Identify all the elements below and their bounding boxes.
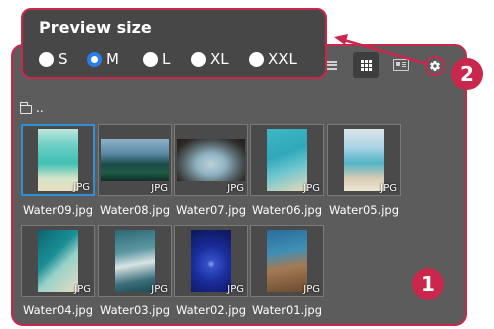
image-preview <box>267 129 307 191</box>
file-thumbnail[interactable]: JPG <box>250 225 324 297</box>
file-thumbnail[interactable]: JPG <box>21 124 95 196</box>
file-name[interactable]: Water06.jpg <box>247 203 327 217</box>
file-thumbnail[interactable]: JPG <box>174 124 248 196</box>
popover-title: Preview size <box>39 18 152 37</box>
callout-badge-2: 2 <box>451 58 483 90</box>
size-option-xxl[interactable]: XXL <box>249 50 297 68</box>
file-name[interactable]: Water03.jpg <box>95 303 175 317</box>
file-type-badge: JPG <box>151 284 168 295</box>
file-thumbnail[interactable]: JPG <box>21 225 95 297</box>
callout-badge-1: 1 <box>412 268 444 300</box>
size-option-s[interactable]: S <box>39 50 68 68</box>
file-type-badge: JPG <box>151 183 168 194</box>
file-type-badge: JPG <box>74 284 91 295</box>
size-option-label: XXL <box>268 50 297 68</box>
size-option-label: S <box>58 50 68 68</box>
folder-icon <box>19 101 32 114</box>
file-type-badge: JPG <box>303 183 320 194</box>
file-type-badge: JPG <box>303 284 320 295</box>
preview-size-popover: Preview size S M L XL XXL <box>21 8 327 79</box>
size-option-xl[interactable]: XL <box>191 50 229 68</box>
radio-xxl[interactable] <box>249 51 264 67</box>
file-name[interactable]: Water02.jpg <box>171 303 251 317</box>
file-type-badge: JPG <box>227 183 244 194</box>
file-name[interactable]: Water09.jpg <box>18 203 98 217</box>
image-preview <box>115 230 155 292</box>
parent-folder-label: .. <box>36 101 44 115</box>
image-preview <box>344 129 384 191</box>
image-preview <box>38 129 78 191</box>
size-option-label: L <box>162 50 171 68</box>
size-option-label: XL <box>210 50 229 68</box>
file-thumbnail[interactable]: JPG <box>174 225 248 297</box>
image-preview <box>101 139 169 181</box>
size-option-label: M <box>106 50 119 68</box>
size-option-l[interactable]: L <box>143 50 170 68</box>
image-preview <box>38 230 78 292</box>
file-thumbnail[interactable]: JPG <box>327 124 401 196</box>
image-preview <box>191 230 231 292</box>
file-thumbnail[interactable]: JPG <box>98 124 172 196</box>
radio-l[interactable] <box>143 51 158 67</box>
file-type-badge: JPG <box>73 182 90 193</box>
radio-s[interactable] <box>39 51 54 67</box>
parent-folder-item[interactable]: .. <box>19 101 44 115</box>
file-name[interactable]: Water05.jpg <box>324 203 404 217</box>
size-option-m[interactable]: M <box>87 50 119 68</box>
file-thumbnail[interactable]: JPG <box>250 124 324 196</box>
image-preview <box>267 230 307 292</box>
file-thumbnail[interactable]: JPG <box>98 225 172 297</box>
radio-m[interactable] <box>87 51 102 67</box>
file-name[interactable]: Water01.jpg <box>247 303 327 317</box>
file-type-badge: JPG <box>227 284 244 295</box>
radio-xl[interactable] <box>191 51 206 67</box>
file-type-badge: JPG <box>380 183 397 194</box>
file-name[interactable]: Water07.jpg <box>171 203 251 217</box>
image-preview <box>177 139 245 181</box>
file-name[interactable]: Water08.jpg <box>95 203 175 217</box>
file-name[interactable]: Water04.jpg <box>18 303 98 317</box>
